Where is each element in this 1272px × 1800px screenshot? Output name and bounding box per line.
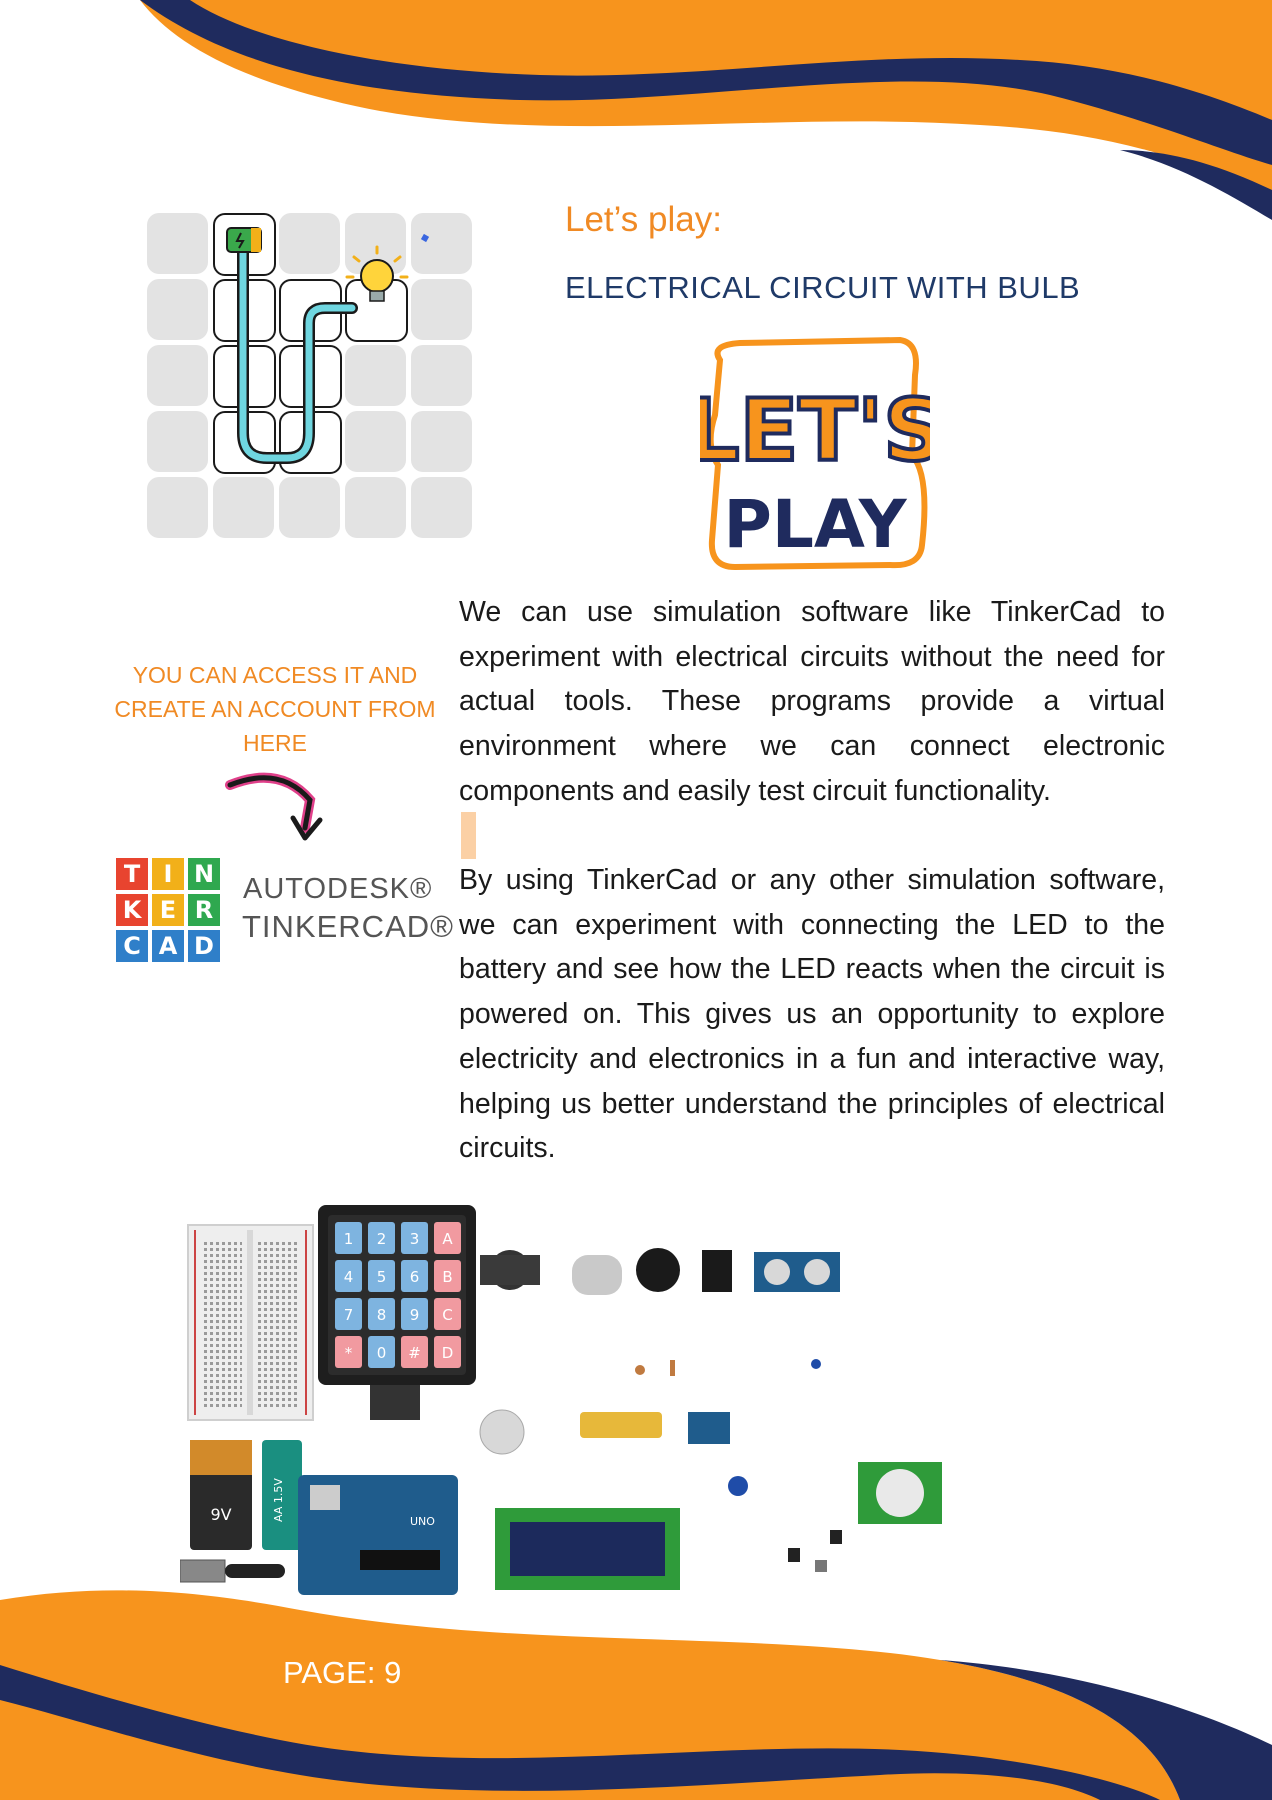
battery-aa-icon: AA 1.5V [262,1440,302,1550]
bottom-wave-decoration [0,1590,1272,1800]
battery-icon [226,227,262,253]
tinkercad-tile: C [116,930,148,962]
keypad-key-label: 1 [344,1230,354,1248]
svg-text:LET'S: LET'S [700,381,930,481]
autodesk-wordmark: AUTODESK® [243,873,433,905]
keypad-key-label: 0 [377,1344,387,1362]
tinkercad-wordmark: TINKERCAD® [242,909,454,944]
tinkercad-tile: K [116,894,148,926]
tinkercad-tile: D [188,930,220,962]
gas-sensor-icon [479,1409,525,1455]
potentiometer-icon [728,1476,748,1496]
keypad-key-label: D [442,1344,454,1362]
buzzer-icon [636,1248,680,1292]
activity-subtitle: ELECTRICAL CIRCUIT WITH BULB [565,270,1081,305]
tinkercad-tile: T [116,858,148,890]
page-number: PAGE: 9 [283,1655,402,1690]
tinkercad-tile: R [188,894,220,926]
keypad-key-label: B [442,1268,452,1286]
body-paragraph: By using TinkerCad or any other simulati… [459,864,1165,1165]
keypad-key-label: 8 [377,1306,387,1324]
svg-text:PLAY: PLAY [724,486,908,563]
lightbulb-icon [345,245,409,302]
battery-9v-icon: 9V [190,1440,252,1550]
svg-text:AA 1.5V: AA 1.5V [272,1478,285,1522]
wifi-module-icon [688,1412,730,1444]
curved-arrow-icon [225,772,323,841]
tinkercad-logo[interactable]: T I N K E R C A D [116,858,221,962]
keypad-key-label: 5 [377,1268,387,1286]
circuit-wire-path [226,227,430,464]
top-wave-decoration [140,0,1272,220]
keypad-key-label: C [442,1306,452,1324]
keypad-key-label: 3 [410,1230,420,1248]
seven-segment-icon [702,1250,732,1292]
body-paragraph: We can use simulation software like Tink… [459,596,1165,807]
keypad-key-label: 2 [377,1230,387,1248]
access-note: YOU CAN ACCESS IT AND CREATE AN ACCOUNT … [114,662,436,756]
lcd-small-icon [580,1412,662,1438]
servo-icon [480,1255,540,1285]
svg-text:UNO: UNO [410,1515,435,1528]
tinkercad-tile: E [152,894,184,926]
tinkercad-tile: N [188,858,220,890]
svg-text:9V: 9V [210,1505,231,1524]
circuit-puzzle-illustration [147,213,477,543]
keypad-key-label: 9 [410,1306,420,1324]
tinkercad-tile: I [152,858,184,890]
keypad-key-label: A [442,1230,453,1248]
dc-motor-icon [572,1255,622,1295]
keypad-key-label: # [408,1344,421,1362]
keypad-key-label: * [345,1344,353,1362]
keypad-key-label: 7 [344,1306,354,1324]
pir-sensor-icon [858,1462,942,1524]
section-title: Let’s play: [565,200,722,239]
lets-play-logo: LET'S PLAY [700,336,930,571]
keypad-key-label: 6 [410,1268,420,1286]
electronic-components-illustration: 1 2 3 A 4 5 6 B 7 8 9 C * 0 # D 9V AA 1.5V UNO [180,1205,942,1595]
keypad-key-label: 4 [344,1268,354,1286]
paragraph-divider [461,812,476,859]
tinkercad-tile: A [152,930,184,962]
